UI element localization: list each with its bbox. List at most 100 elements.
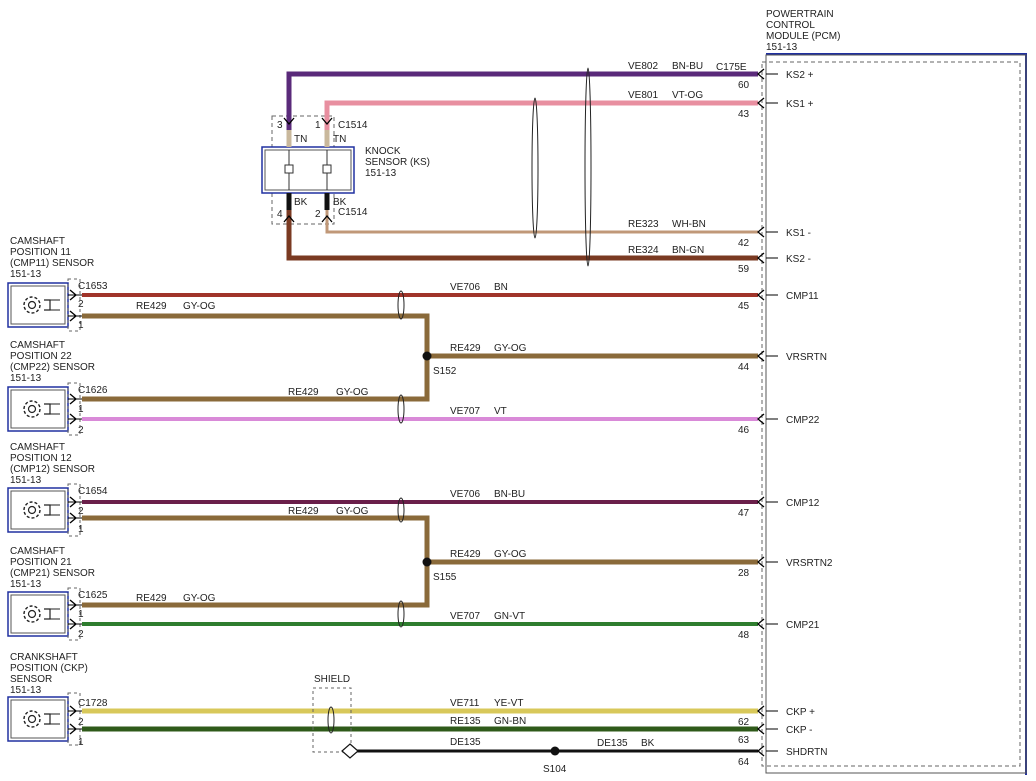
pcm-terminal-arrow: [756, 705, 765, 717]
circuit-id: VE707: [450, 611, 480, 622]
pcm-pin-number: 28: [738, 568, 750, 579]
branch-label-cmp22-id: RE429: [288, 387, 319, 398]
pcm-pin-number: 46: [738, 425, 750, 436]
cmp12-title-4: 151-13: [10, 475, 42, 486]
circuit-id: VE801: [628, 90, 658, 101]
cmp12-pin-a: 2: [78, 506, 84, 517]
knock-element-right-icon: [322, 164, 332, 174]
pcm-terminal-arrow: [756, 413, 765, 425]
circuit-id: VE802: [628, 61, 658, 72]
sensor-body: [7, 382, 81, 436]
wiring-diagram: POWERTRAIN CONTROL MODULE (PCM) 151-13 C…: [7, 9, 1027, 775]
pcm-terminal-arrow: [756, 68, 765, 80]
pcm-pin-number: 47: [738, 508, 750, 519]
wires: [82, 71, 758, 753]
knock-element-left-icon: [284, 164, 294, 174]
pcm-pin-number: 48: [738, 630, 750, 641]
circuit-color-code: GN-VT: [494, 611, 525, 622]
pcm-signal-label: CMP11: [786, 291, 819, 302]
cmp12-title-3: (CMP12) SENSOR: [10, 464, 95, 475]
splice-s152-dot: [422, 351, 432, 361]
cmp11-title-4: 151-13: [10, 269, 42, 280]
ckp-pin-a: 2: [78, 717, 84, 728]
twist-marker-ks2: [584, 67, 592, 267]
pcm-pin-number: 62: [738, 717, 750, 728]
sensor-box: [7, 696, 69, 742]
circuit-id: VE711: [450, 698, 480, 709]
ckp-connector: C1728: [78, 698, 108, 709]
shield-outline: [312, 687, 352, 753]
branch-label-cmp12-color: GY-OG: [336, 506, 369, 517]
circuit-id: DE135: [597, 738, 628, 749]
sensor-box: [7, 487, 69, 533]
pcm-pin-number: 43: [738, 109, 750, 120]
pcm-signal-label: CMP12: [786, 498, 820, 509]
circuit-color-code: VT: [494, 406, 507, 417]
circuit-id: RE323: [628, 219, 659, 230]
circuit-color-code: BN-GN: [672, 245, 704, 256]
knock-lead-label-bl: BK: [294, 197, 308, 208]
circuit-rows: VE802 BN-BU 60 KS2 + VE801 VT-OG 43 KS1 + RE323 W…: [450, 61, 833, 768]
pcm-signal-label: CMP22: [786, 415, 820, 426]
knock-connector-top: C1514: [338, 120, 368, 131]
sensor-body: [7, 587, 81, 641]
knock-title-line-3: 151-13: [365, 168, 397, 179]
pcm-signal-label: VRSRTN2: [786, 558, 833, 569]
circuit-id: VE706: [450, 282, 480, 293]
sensor-box: [7, 282, 69, 328]
wire-cmp21-return: [82, 562, 430, 608]
cmp11-title-2: POSITION 11: [10, 247, 71, 258]
pcm-pin-number: 59: [738, 264, 750, 275]
cmp22-title-2: POSITION 22: [10, 351, 72, 362]
branch-label-shield-id: DE135: [450, 737, 481, 748]
wire-cmp11-return: [82, 313, 430, 356]
cmp11-pin-a: 2: [78, 299, 84, 310]
ckp-title-4: 151-13: [10, 685, 42, 696]
splice-s155: S155: [433, 572, 457, 583]
pcm-signal-label: CMP21: [786, 620, 820, 631]
cmp21-title-4: 151-13: [10, 579, 42, 590]
knock-title-line-2: SENSOR (KS): [365, 157, 430, 168]
pcm-module: POWERTRAIN CONTROL MODULE (PCM) 151-13 C…: [716, 9, 1027, 775]
wire-cmp22-return: [82, 356, 430, 402]
knock-pin-tr: 1: [315, 120, 321, 131]
shield: SHIELD: [312, 674, 359, 759]
circuit-color-code: GY-OG: [494, 343, 527, 354]
knock-lead-label-tl: TN: [294, 134, 307, 145]
pcm-signal-label: KS2 -: [786, 254, 811, 265]
splice-s104-dot: [550, 746, 560, 756]
cmp12-title-2: POSITION 12: [10, 453, 72, 464]
pcm-terminal-arrow: [756, 226, 765, 238]
cmp22-pin-b: 2: [78, 425, 84, 436]
ckp-title-2: POSITION (CKP): [10, 663, 88, 674]
branch-label-cmp11-id: RE429: [136, 301, 167, 312]
cmp12-connector: C1654: [78, 486, 108, 497]
pcm-module-outline: [765, 54, 1027, 774]
cmp21-title-1: CAMSHAFT: [10, 546, 65, 557]
pcm-pin-number: 44: [738, 362, 750, 373]
circuit-id: RE324: [628, 245, 659, 256]
sensor-body: [7, 483, 81, 537]
pcm-signal-label: KS1 -: [786, 228, 811, 239]
cmp11-connector: C1653: [78, 281, 108, 292]
twist-marker-ks1: [531, 97, 539, 239]
circuit-color-code: GY-OG: [494, 549, 527, 560]
pcm-signal-label: VRSRTN: [786, 352, 827, 363]
cmp21-pin-a: 1: [78, 609, 84, 620]
wire-cmp12-return: [82, 515, 430, 562]
knock-sensor-box: [261, 146, 355, 194]
pcm-terminal-arrow: [756, 289, 765, 301]
pcm-terminal-arrow: [756, 350, 765, 362]
pcm-title-line-3: MODULE (PCM): [766, 31, 840, 42]
cmp21-connector: C1625: [78, 590, 108, 601]
pcm-signal-label: CKP -: [786, 725, 813, 736]
cmp11-title-3: (CMP11) SENSOR: [10, 258, 94, 269]
cmp22-pin-a: 1: [78, 404, 84, 415]
pcm-terminal-arrow: [756, 556, 765, 568]
sensor-body: [7, 278, 81, 332]
cmp21-pin-b: 2: [78, 629, 84, 640]
circuit-id: RE135: [450, 716, 481, 727]
circuit-color-code: WH-BN: [672, 219, 706, 230]
cmp11-title-1: CAMSHAFT: [10, 236, 65, 247]
branch-label-cmp22-color: GY-OG: [336, 387, 369, 398]
